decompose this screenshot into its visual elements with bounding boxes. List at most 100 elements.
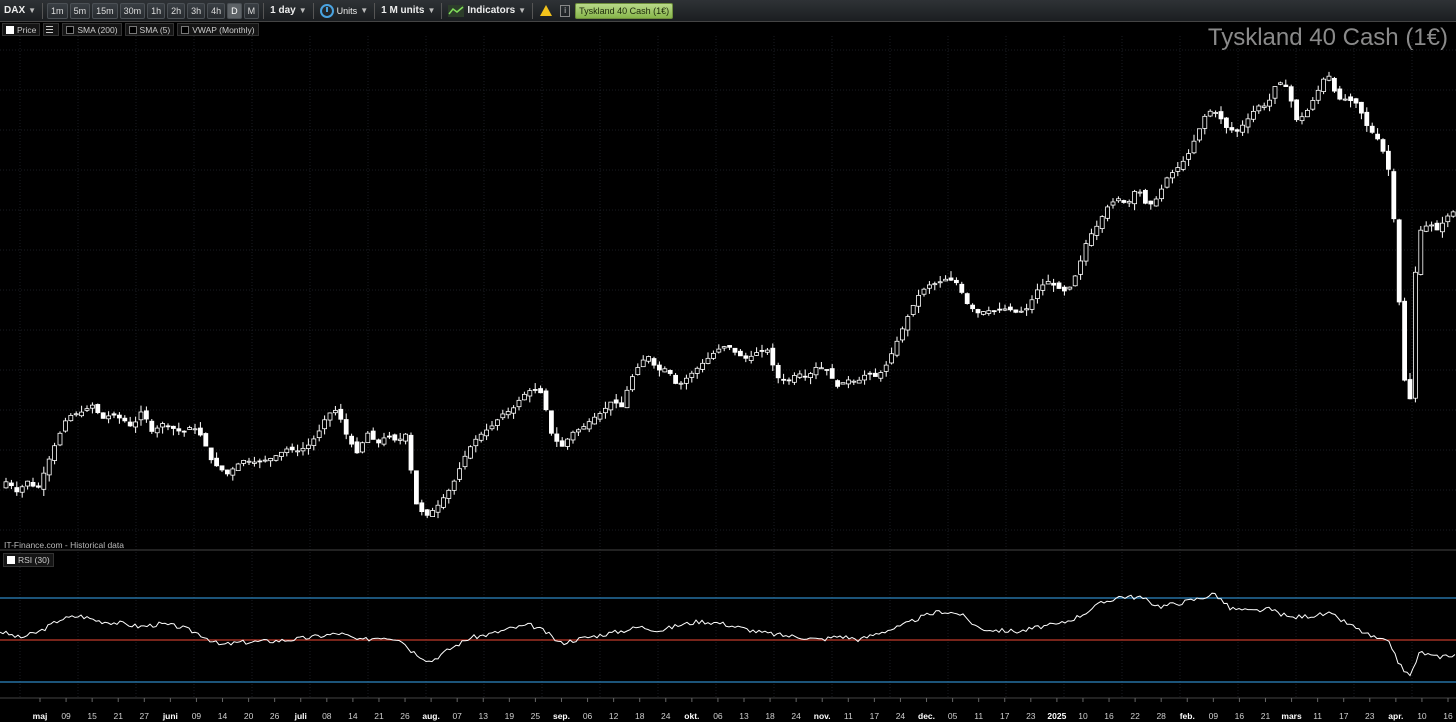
- candle-body: [1353, 98, 1359, 104]
- candle-body: [1067, 286, 1073, 290]
- candle-body: [511, 407, 517, 414]
- candle-body: [68, 415, 74, 422]
- candle-body: [786, 379, 792, 382]
- candle-body: [365, 432, 371, 444]
- checkbox[interactable]: [7, 556, 15, 564]
- candle-body: [214, 457, 220, 467]
- candle-body: [1240, 124, 1245, 133]
- candle-body: [95, 404, 101, 413]
- candle-body: [1305, 110, 1310, 118]
- candle-body: [1278, 82, 1283, 85]
- candle-body: [1294, 99, 1299, 121]
- candle-body: [878, 372, 884, 379]
- price-chart[interactable]: maj 09 15 21 27 juni 09 14 20 26 juli 08 14 21 26 aug. 0…: [0, 0, 1456, 722]
- candle-body: [1180, 160, 1186, 170]
- x-tick-label: maj: [33, 711, 48, 721]
- candle-body: [322, 419, 328, 430]
- candle-body: [440, 497, 446, 508]
- candle-body: [873, 372, 878, 377]
- x-tick-label: juni: [162, 711, 178, 721]
- candle-body: [46, 458, 52, 476]
- candle-body: [819, 367, 824, 370]
- candle-body: [408, 434, 414, 471]
- candle-body: [1213, 112, 1218, 114]
- candle-body: [1445, 215, 1451, 223]
- x-tick-label: sep.: [553, 711, 570, 721]
- candle-body: [1332, 77, 1337, 92]
- candle-body: [1164, 177, 1170, 188]
- x-tick-label: 21: [374, 711, 384, 721]
- candle-body: [1450, 211, 1456, 217]
- candle-body: [802, 375, 808, 378]
- x-tick-label: 09: [1209, 711, 1219, 721]
- x-tick-label: 09: [61, 711, 71, 721]
- candle-body: [143, 410, 149, 420]
- candle-body: [138, 411, 144, 421]
- x-tick-label: 21: [113, 711, 123, 721]
- candle-body: [424, 509, 430, 516]
- candle-body: [1337, 88, 1343, 100]
- candle-body: [430, 510, 436, 518]
- candle-body: [413, 470, 419, 505]
- x-tick-label: 27: [140, 711, 150, 721]
- candle-body: [792, 375, 797, 383]
- candle-body: [316, 430, 322, 439]
- candle-body: [1116, 198, 1121, 202]
- candle-body: [181, 430, 187, 433]
- candle-body: [262, 459, 268, 462]
- candle-body: [273, 455, 279, 461]
- candle-body: [608, 401, 614, 411]
- candle-body: [467, 446, 473, 459]
- candle-body: [19, 486, 25, 493]
- candle-body: [538, 388, 543, 394]
- candle-body: [1062, 286, 1067, 292]
- candle-body: [1191, 140, 1197, 154]
- candle-body: [1440, 222, 1445, 233]
- candle-body: [775, 364, 781, 379]
- x-tick-label: nov.: [814, 711, 831, 721]
- candle-body: [829, 368, 835, 379]
- candle-body: [484, 429, 490, 437]
- candle-body: [813, 366, 819, 376]
- x-tick-label: 15: [87, 711, 97, 721]
- candle-body: [219, 465, 225, 471]
- candle-body: [14, 487, 20, 493]
- candle-body: [1234, 129, 1240, 132]
- candle-body: [500, 413, 506, 419]
- candle-body: [1267, 99, 1272, 107]
- candle-body: [667, 370, 673, 374]
- candle-body: [657, 364, 662, 371]
- candle-body: [192, 428, 198, 431]
- candle-body: [435, 504, 441, 513]
- rsi-legend[interactable]: RSI (30): [3, 553, 54, 567]
- candle-body: [1072, 275, 1078, 287]
- candle-body: [916, 295, 921, 307]
- candle-body: [1110, 201, 1116, 206]
- candle-body: [505, 411, 511, 416]
- candle-body: [1035, 289, 1040, 299]
- candle-body: [516, 399, 522, 408]
- candle-body: [170, 425, 176, 429]
- x-tick-label: 07: [452, 711, 462, 721]
- candle-body: [900, 328, 905, 341]
- candle-body: [1089, 233, 1094, 246]
- candle-body: [597, 413, 603, 420]
- candle-body: [937, 281, 943, 284]
- candle-body: [149, 420, 155, 432]
- x-tick-label: 24: [661, 711, 671, 721]
- candle-body: [1159, 188, 1164, 200]
- candle-body: [1423, 225, 1429, 232]
- candle-body: [36, 485, 41, 488]
- candle-body: [824, 369, 830, 371]
- x-tick-label: 26: [270, 711, 280, 721]
- candle-body: [1245, 118, 1251, 128]
- x-tick-label: 17: [870, 711, 880, 721]
- candle-body: [257, 460, 263, 463]
- candle-body: [111, 413, 117, 416]
- x-tick-label: 25: [531, 711, 541, 721]
- candle-body: [208, 447, 214, 461]
- candle-body: [154, 427, 160, 434]
- candle-body: [1288, 86, 1294, 102]
- candle-body: [332, 410, 338, 414]
- x-tick-label: 17: [1000, 711, 1010, 721]
